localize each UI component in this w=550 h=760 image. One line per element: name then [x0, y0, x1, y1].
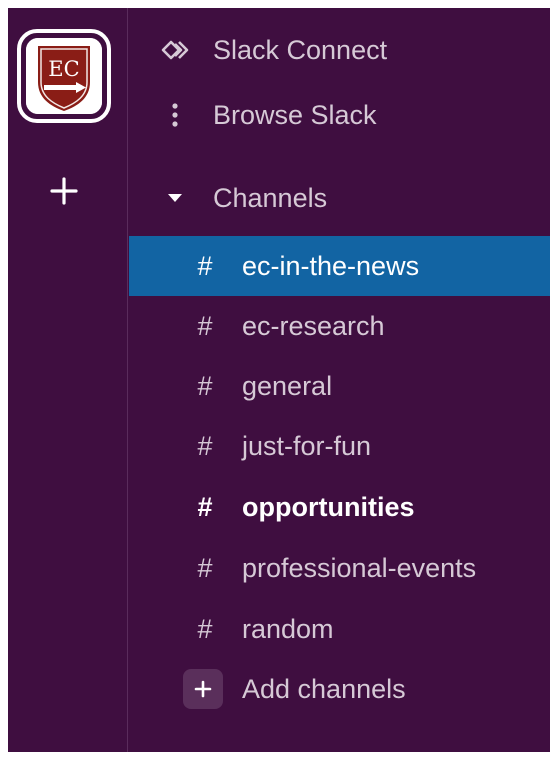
channel-item-professional-events[interactable]: # professional-events — [129, 538, 550, 598]
slack-sidebar: EC Slack Connect Browse Slack Channels #… — [8, 8, 550, 752]
channel-name: ec-research — [242, 310, 385, 341]
add-channels-button[interactable]: Add channels — [129, 659, 550, 719]
channels-section-header[interactable]: Channels — [129, 170, 550, 226]
channel-name: professional-events — [242, 552, 477, 583]
channels-header-label: Channels — [213, 182, 328, 213]
browse-slack-link[interactable]: Browse Slack — [129, 87, 550, 143]
add-channels-label: Add channels — [242, 673, 406, 704]
browse-slack-label: Browse Slack — [213, 99, 377, 130]
channel-item-general[interactable]: # general — [129, 356, 550, 416]
workspace-switcher-button[interactable]: EC — [17, 29, 111, 123]
workspace-logo-text: EC — [48, 57, 79, 81]
channel-name: ec-in-the-news — [242, 250, 420, 281]
plus-icon — [183, 669, 223, 709]
hash-icon: # — [197, 430, 213, 461]
channel-name: random — [242, 613, 334, 644]
channel-name: general — [242, 370, 333, 401]
hash-icon: # — [197, 370, 213, 401]
hash-icon: # — [197, 250, 213, 281]
hash-icon: # — [197, 491, 213, 522]
hash-icon: # — [197, 613, 213, 644]
plus-icon — [50, 177, 78, 205]
channel-item-just-for-fun[interactable]: # just-for-fun — [129, 416, 550, 476]
channel-name: opportunities — [242, 491, 415, 522]
vertical-ellipsis-icon — [159, 99, 191, 131]
workspace-ec-shield-icon: EC — [26, 38, 102, 114]
caret-down-icon — [159, 182, 191, 214]
channel-sidebar: Slack Connect Browse Slack Channels # ec… — [129, 8, 550, 752]
add-workspace-button[interactable] — [44, 171, 84, 211]
channel-item-opportunities[interactable]: # opportunities — [129, 477, 550, 537]
slack-connect-link[interactable]: Slack Connect — [129, 22, 550, 78]
workspace-rail: EC — [8, 8, 128, 752]
channel-item-ec-research[interactable]: # ec-research — [129, 296, 550, 356]
channel-name: just-for-fun — [242, 430, 372, 461]
hash-icon: # — [197, 310, 213, 341]
slack-connect-label: Slack Connect — [213, 34, 388, 65]
channel-item-ec-in-the-news[interactable]: # ec-in-the-news — [129, 236, 550, 296]
channel-item-random[interactable]: # random — [129, 599, 550, 659]
slack-connect-icon — [159, 34, 191, 66]
hash-icon: # — [197, 552, 213, 583]
